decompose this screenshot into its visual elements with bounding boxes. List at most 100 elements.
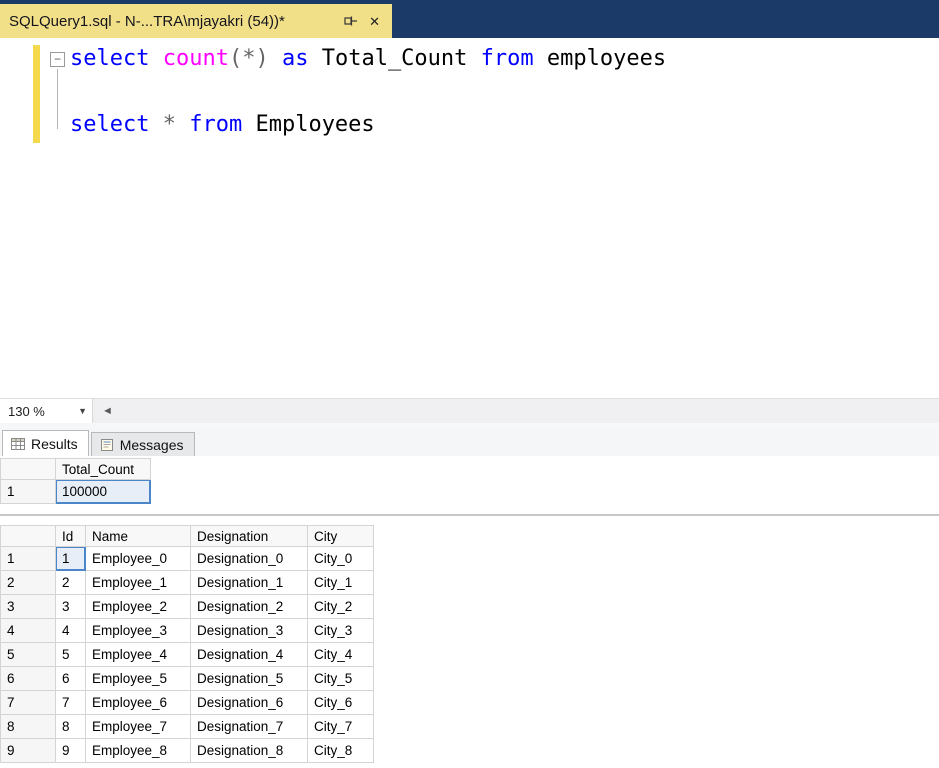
horizontal-scrollbar[interactable]: ◄ [93, 399, 939, 423]
grid-cell[interactable]: City_0 [308, 547, 374, 571]
code-line [70, 75, 935, 108]
grid-cell[interactable]: Designation_4 [191, 643, 308, 667]
zoom-level-value: 130 % [8, 404, 45, 419]
results-grid-icon [11, 438, 25, 450]
column-header-id[interactable]: Id [56, 526, 86, 547]
grid-row: 77Employee_6Designation_6City_6 [1, 691, 374, 715]
row-header[interactable]: 5 [1, 643, 56, 667]
outline-guide-line [57, 69, 58, 129]
grid-cell[interactable]: City_4 [308, 643, 374, 667]
grid-cell[interactable]: Employee_1 [86, 571, 191, 595]
grid-cell[interactable]: 4 [56, 619, 86, 643]
result-grid-total-count[interactable]: Total_Count1100000 [0, 458, 151, 504]
close-icon[interactable]: ✕ [367, 14, 382, 29]
code-token: Employees [242, 112, 374, 137]
grid-cell[interactable]: Designation_1 [191, 571, 308, 595]
document-tab[interactable]: SQLQuery1.sql - N-...TRA\mjayakri (54))*… [0, 4, 392, 38]
row-header[interactable]: 1 [1, 480, 56, 504]
grid-cell[interactable]: City_7 [308, 715, 374, 739]
code-line: select * from Employees [70, 108, 935, 141]
row-header[interactable]: 7 [1, 691, 56, 715]
grid-row: 44Employee_3Designation_3City_3 [1, 619, 374, 643]
grid-row: 22Employee_1Designation_1City_1 [1, 571, 374, 595]
row-header[interactable]: 4 [1, 619, 56, 643]
grid-cell[interactable]: Designation_5 [191, 667, 308, 691]
column-header-total_count[interactable]: Total_Count [56, 459, 151, 480]
grid-cell[interactable]: 6 [56, 667, 86, 691]
grid-corner-cell[interactable] [1, 526, 56, 547]
tab-messages-label: Messages [120, 437, 184, 453]
grid-cell[interactable]: Designation_2 [191, 595, 308, 619]
result-grid-employees[interactable]: IdNameDesignationCity11Employee_0Designa… [0, 525, 374, 763]
grid-cell[interactable]: Designation_7 [191, 715, 308, 739]
grid-cell[interactable]: Employee_3 [86, 619, 191, 643]
code-line: select count(*) as Total_Count from empl… [70, 42, 935, 75]
change-tracking-bar [33, 45, 40, 143]
grid-cell[interactable]: Employee_4 [86, 643, 191, 667]
grid-cell[interactable]: City_1 [308, 571, 374, 595]
grid-row: 33Employee_2Designation_2City_2 [1, 595, 374, 619]
grid-cell[interactable]: 2 [56, 571, 86, 595]
tab-results-label: Results [31, 436, 78, 452]
grid-cell[interactable]: City_8 [308, 739, 374, 763]
grid-cell[interactable]: 5 [56, 643, 86, 667]
column-header-city[interactable]: City [308, 526, 374, 547]
grid-cell[interactable]: 100000 [56, 480, 151, 504]
grid-row: 1100000 [1, 480, 151, 504]
tab-messages[interactable]: Messages [91, 432, 195, 456]
grid-row: 88Employee_7Designation_7City_7 [1, 715, 374, 739]
grid-cell[interactable]: Employee_0 [86, 547, 191, 571]
grid-cell[interactable]: 8 [56, 715, 86, 739]
grid-cell[interactable]: City_6 [308, 691, 374, 715]
grid-cell[interactable]: 9 [56, 739, 86, 763]
grid-cell[interactable]: Employee_7 [86, 715, 191, 739]
grid-row: 55Employee_4Designation_4City_4 [1, 643, 374, 667]
code-token: employees [534, 46, 666, 71]
result-sets-divider[interactable] [0, 514, 939, 516]
grid-cell[interactable]: Designation_3 [191, 619, 308, 643]
grid-cell[interactable]: 3 [56, 595, 86, 619]
row-header[interactable]: 3 [1, 595, 56, 619]
chevron-down-icon[interactable]: ▼ [78, 406, 87, 416]
row-header[interactable]: 2 [1, 571, 56, 595]
results-grid-pane: Total_Count1100000 IdNameDesignationCity… [0, 456, 939, 768]
grid-row: 11Employee_0Designation_0City_0 [1, 547, 374, 571]
tab-results[interactable]: Results [2, 430, 89, 456]
grid-cell[interactable]: Designation_0 [191, 547, 308, 571]
zoom-level-combo[interactable]: 130 % ▼ [0, 399, 93, 423]
grid-cell[interactable]: 1 [56, 547, 86, 571]
document-tab-title: SQLQuery1.sql - N-...TRA\mjayakri (54))* [9, 13, 334, 30]
grid-corner-cell[interactable] [1, 459, 56, 480]
column-header-name[interactable]: Name [86, 526, 191, 547]
code-token: from [481, 46, 534, 71]
editor-bottom-bar: 130 % ▼ ◄ [0, 398, 939, 423]
scrollbar-left-arrow-icon[interactable]: ◄ [102, 405, 113, 417]
code-token: as [282, 46, 309, 71]
row-header[interactable]: 6 [1, 667, 56, 691]
grid-cell[interactable]: 7 [56, 691, 86, 715]
grid-cell[interactable]: Employee_5 [86, 667, 191, 691]
grid-cell[interactable]: Designation_6 [191, 691, 308, 715]
messages-icon [100, 439, 114, 451]
code-token: (*) [229, 46, 269, 71]
row-header[interactable]: 1 [1, 547, 56, 571]
row-header[interactable]: 9 [1, 739, 56, 763]
code-token [149, 112, 162, 137]
pin-icon[interactable] [343, 15, 358, 27]
code-token [176, 112, 189, 137]
grid-cell[interactable]: Designation_8 [191, 739, 308, 763]
code-token: * [163, 112, 176, 137]
row-header[interactable]: 8 [1, 715, 56, 739]
grid-cell[interactable]: City_3 [308, 619, 374, 643]
grid-row: 99Employee_8Designation_8City_8 [1, 739, 374, 763]
grid-cell[interactable]: Employee_6 [86, 691, 191, 715]
grid-cell[interactable]: City_2 [308, 595, 374, 619]
column-header-designation[interactable]: Designation [191, 526, 308, 547]
sql-editor[interactable]: − select count(*) as Total_Count from em… [0, 38, 939, 398]
grid-cell[interactable]: Employee_2 [86, 595, 191, 619]
code-token: select [70, 112, 149, 137]
collapse-toggle[interactable]: − [50, 52, 65, 67]
grid-cell[interactable]: Employee_8 [86, 739, 191, 763]
code-area[interactable]: select count(*) as Total_Count from empl… [70, 42, 935, 141]
grid-cell[interactable]: City_5 [308, 667, 374, 691]
